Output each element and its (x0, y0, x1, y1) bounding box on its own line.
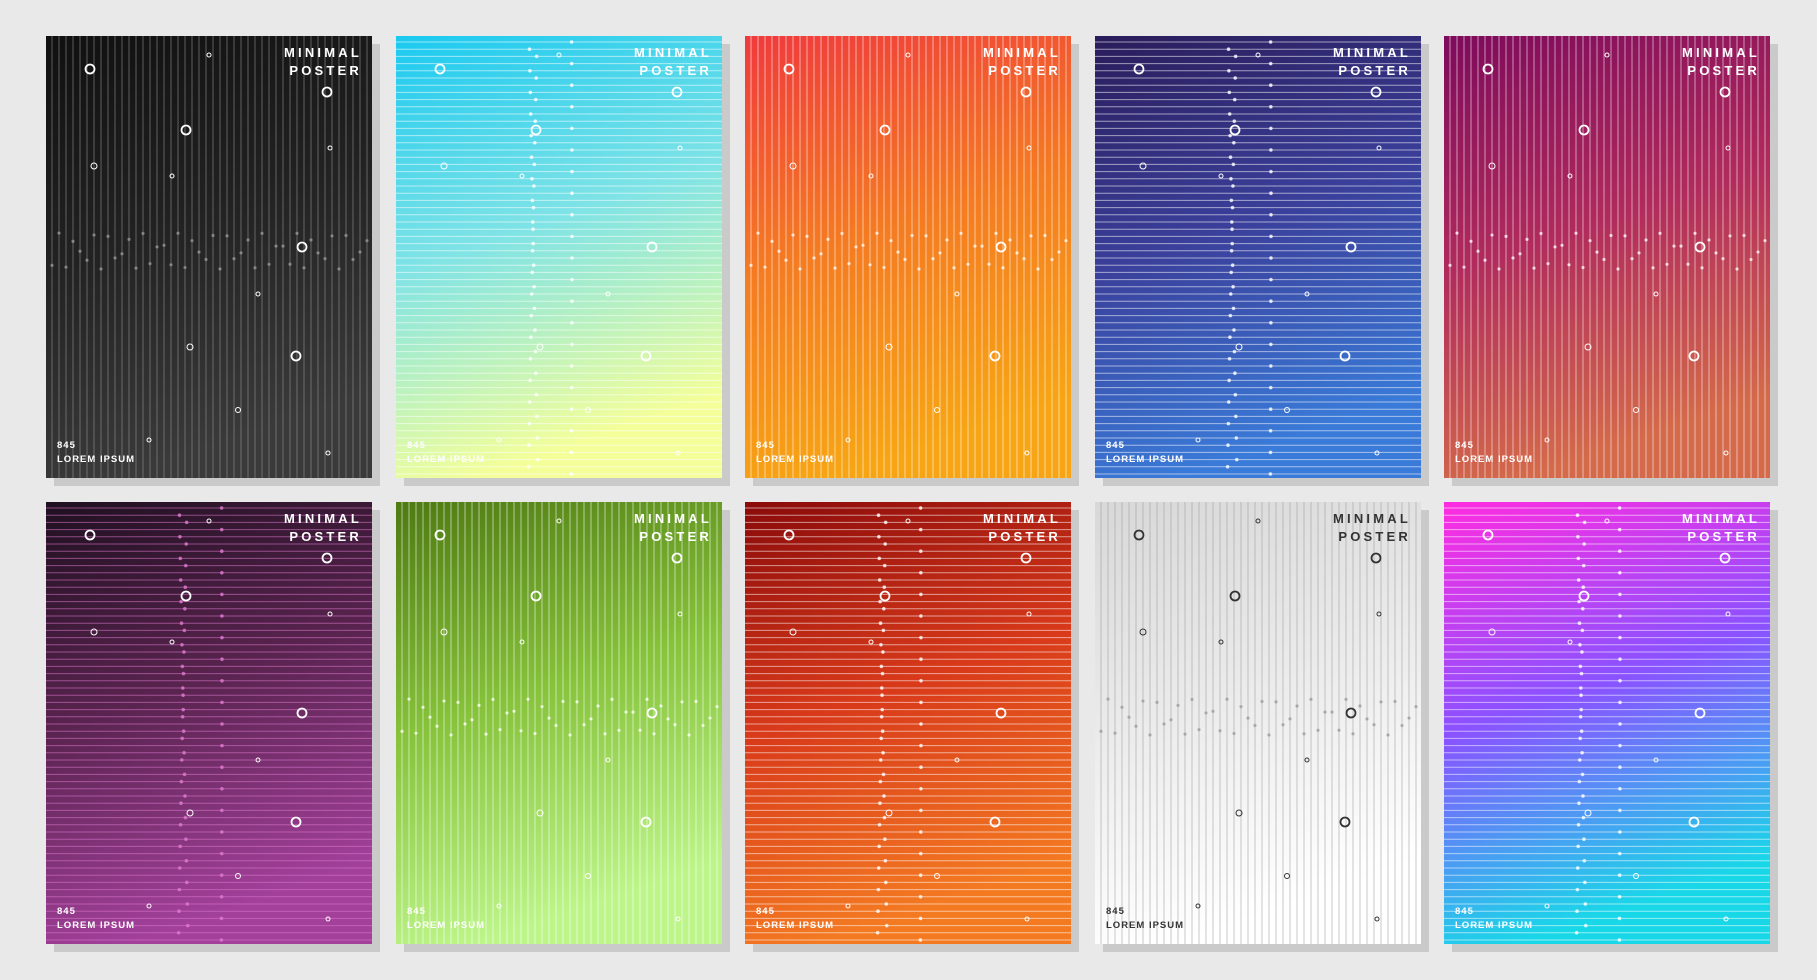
poster-number: 845 (407, 440, 426, 451)
poster-title: MINIMAL POSTER (284, 45, 362, 78)
poster-footer: 845 LOREM IPSUM (1106, 905, 1184, 933)
poster-background (46, 36, 372, 478)
poster-black: MINIMAL POSTER 845 LOREM IPSUM (46, 36, 372, 478)
poster-title: MINIMAL POSTER (1682, 511, 1760, 544)
poster-caption: LOREM IPSUM (1106, 454, 1185, 465)
poster-neon: MINIMAL POSTER 845 LOREM IPSUM (1444, 502, 1770, 944)
poster-magenta: MINIMAL POSTER 845 LOREM IPSUM (1444, 36, 1770, 478)
poster-title: MINIMAL POSTER (1682, 45, 1760, 78)
poster-background (1444, 36, 1770, 478)
poster-title: MINIMAL POSTER (1333, 45, 1411, 78)
poster-pattern (745, 36, 1071, 478)
poster-caption: LOREM IPSUM (756, 454, 835, 465)
poster-footer: 845 LOREM IPSUM (756, 905, 834, 933)
poster-caption: LOREM IPSUM (1106, 920, 1185, 931)
poster-background (1444, 502, 1770, 944)
poster-title: MINIMAL POSTER (634, 511, 712, 544)
poster-number: 845 (1106, 906, 1125, 917)
poster-caption: LOREM IPSUM (407, 920, 486, 931)
poster-pattern (396, 36, 722, 478)
poster-title: MINIMAL POSTER (983, 45, 1061, 78)
poster-background (46, 502, 372, 944)
poster-caption: LOREM IPSUM (1455, 454, 1534, 465)
poster-footer: 845 LOREM IPSUM (1455, 439, 1533, 467)
poster-background (1095, 502, 1421, 944)
poster-footer: 845 LOREM IPSUM (407, 439, 485, 467)
poster-orange: MINIMAL POSTER 845 LOREM IPSUM (745, 36, 1071, 478)
poster-grid: MINIMAL POSTER 845 LOREM IPSUM MINIMAL POST… (0, 0, 1817, 980)
poster-footer: 845 LOREM IPSUM (57, 439, 135, 467)
poster-footer: 845 LOREM IPSUM (1455, 905, 1533, 933)
poster-pattern (1444, 502, 1770, 944)
poster-title: MINIMAL POSTER (284, 511, 362, 544)
poster-plum: MINIMAL POSTER 845 LOREM IPSUM (46, 502, 372, 944)
poster-pattern (1444, 36, 1770, 478)
poster-pattern (46, 502, 372, 944)
poster-pattern (745, 502, 1071, 944)
poster-caption: LOREM IPSUM (407, 454, 486, 465)
poster-number: 845 (1455, 440, 1474, 451)
poster-caption: LOREM IPSUM (57, 920, 136, 931)
poster-background (745, 36, 1071, 478)
poster-background (396, 36, 722, 478)
poster-number: 845 (1455, 906, 1474, 917)
poster-caption: LOREM IPSUM (756, 920, 835, 931)
poster-caption: LOREM IPSUM (1455, 920, 1534, 931)
poster-title: MINIMAL POSTER (1333, 511, 1411, 544)
poster-red: MINIMAL POSTER 845 LOREM IPSUM (745, 502, 1071, 944)
poster-number: 845 (57, 906, 76, 917)
poster-background (1095, 36, 1421, 478)
poster-cyan: MINIMAL POSTER 845 LOREM IPSUM (396, 36, 722, 478)
poster-title: MINIMAL POSTER (634, 45, 712, 78)
poster-pattern (1095, 36, 1421, 478)
poster-number: 845 (756, 906, 775, 917)
poster-white: MINIMAL POSTER 845 LOREM IPSUM (1095, 502, 1421, 944)
poster-number: 845 (407, 906, 426, 917)
poster-title: MINIMAL POSTER (983, 511, 1061, 544)
poster-background (396, 502, 722, 944)
poster-pattern (46, 36, 372, 478)
poster-indigo: MINIMAL POSTER 845 LOREM IPSUM (1095, 36, 1421, 478)
poster-pattern (396, 502, 722, 944)
poster-pattern (1095, 502, 1421, 944)
poster-footer: 845 LOREM IPSUM (407, 905, 485, 933)
poster-number: 845 (1106, 440, 1125, 451)
poster-footer: 845 LOREM IPSUM (1106, 439, 1184, 467)
poster-footer: 845 LOREM IPSUM (756, 439, 834, 467)
poster-green: MINIMAL POSTER 845 LOREM IPSUM (396, 502, 722, 944)
poster-number: 845 (756, 440, 775, 451)
poster-footer: 845 LOREM IPSUM (57, 905, 135, 933)
poster-number: 845 (57, 440, 76, 451)
poster-background (745, 502, 1071, 944)
poster-caption: LOREM IPSUM (57, 454, 136, 465)
